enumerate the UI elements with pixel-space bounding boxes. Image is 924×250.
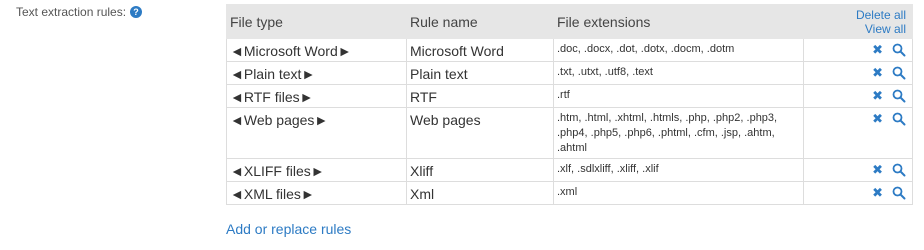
table-row: ◄Web pages► Web pages .htm, .html, .xhtml,… [226,107,913,159]
header-rule-name: Rule name [406,4,554,39]
delete-rule-icon[interactable]: ✖ [872,163,883,177]
search-icon[interactable] [892,163,906,177]
cell-row-actions: ✖ [803,61,913,85]
table-row: ◄Plain text► Plain text .txt, .utxt, .utf8… [226,61,913,85]
add-or-replace-rules-link[interactable]: Add or replace rules [226,221,351,237]
cell-row-actions: ✖ [803,84,913,108]
cell-rule-name: Web pages [406,107,554,159]
cell-file-type: ◄XLIFF files► [226,158,407,182]
cell-row-actions: ✖ [803,107,913,159]
delete-all-link[interactable]: Delete all [856,8,906,22]
cell-file-type: ◄XML files► [226,181,407,205]
cell-file-extensions: .doc, .docx, .dot, .dotx, .docm, .dotm [553,38,804,62]
header-actions: Delete all View all [803,4,913,39]
cell-rule-name: Xml [406,181,554,205]
delete-rule-icon[interactable]: ✖ [872,89,883,103]
cell-file-extensions: .xlf, .sdlxliff, .xliff, .xlif [553,158,804,182]
text-extraction-rules-label-group: Text extraction rules: ? [16,5,143,19]
rules-table: File type Rule name File extensions Dele… [226,4,913,205]
search-icon[interactable] [892,43,906,57]
search-icon[interactable] [892,66,906,80]
cell-file-type: ◄Web pages► [226,107,407,159]
cell-row-actions: ✖ [803,158,913,182]
cell-file-extensions: .rtf [553,84,804,108]
table-row: ◄XLIFF files► Xliff .xlf, .sdlxliff, .xlif… [226,158,913,182]
cell-rule-name: Xliff [406,158,554,182]
delete-rule-icon[interactable]: ✖ [872,43,883,57]
search-icon[interactable] [892,89,906,103]
cell-file-type: ◄Microsoft Word► [226,38,407,62]
search-icon[interactable] [892,112,906,126]
delete-rule-icon[interactable]: ✖ [872,186,883,200]
table-header-row: File type Rule name File extensions Dele… [226,4,913,39]
table-row: ◄Microsoft Word► Microsoft Word .doc, .doc… [226,38,913,62]
view-all-link[interactable]: View all [865,22,906,36]
cell-rule-name: Plain text [406,61,554,85]
cell-file-type: ◄RTF files► [226,84,407,108]
search-icon[interactable] [892,186,906,200]
cell-rule-name: Microsoft Word [406,38,554,62]
cell-row-actions: ✖ [803,181,913,205]
cell-rule-name: RTF [406,84,554,108]
cell-file-type: ◄Plain text► [226,61,407,85]
table-row: ◄RTF files► RTF .rtf ✖ [226,84,913,108]
delete-rule-icon[interactable]: ✖ [872,66,883,80]
cell-file-extensions: .htm, .html, .xhtml, .htmls, .php, .php2… [553,107,804,159]
header-file-extensions: File extensions [553,4,804,39]
cell-file-extensions: .txt, .utxt, .utf8, .text [553,61,804,85]
cell-file-extensions: .xml [553,181,804,205]
delete-rule-icon[interactable]: ✖ [872,112,883,126]
text-extraction-rules-label: Text extraction rules: [16,5,127,19]
question-circle-icon[interactable]: ? [130,6,143,18]
header-file-type: File type [226,4,407,39]
table-row: ◄XML files► Xml .xml ✖ [226,181,913,205]
cell-row-actions: ✖ [803,38,913,62]
